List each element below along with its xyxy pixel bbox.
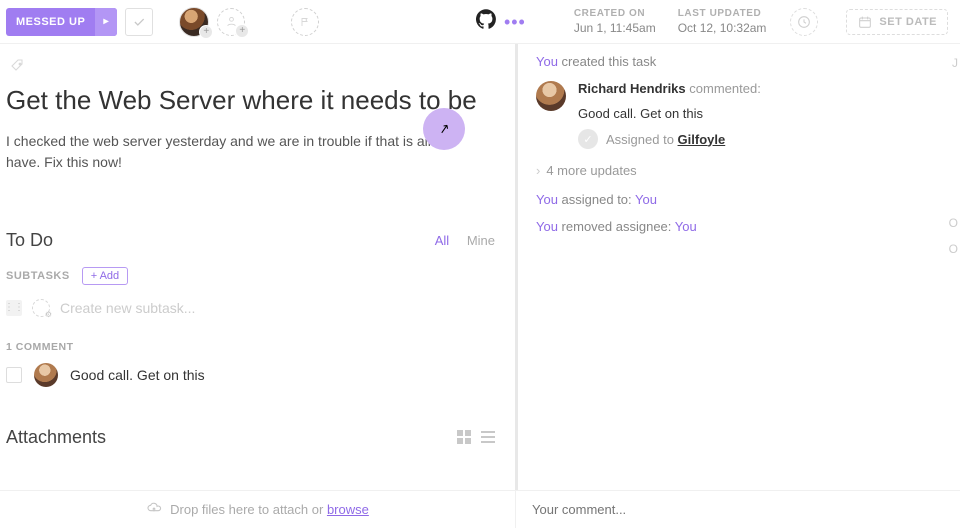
add-subtask-button[interactable]: + Add (82, 267, 128, 285)
attachment-view-toggles (455, 428, 497, 446)
attachments-header: Attachments (6, 427, 515, 448)
task-description[interactable]: I checked the web server yesterday and w… (6, 131, 486, 174)
left-pane: Get the Web Server where it needs to be … (0, 44, 515, 490)
activity-comment: Richard Hendriks commented: Good call. G… (536, 81, 956, 149)
task-title[interactable]: Get the Web Server where it needs to be (6, 84, 515, 117)
footer: Drop files here to attach or browse (0, 490, 960, 528)
status-button[interactable]: MESSED UP ▸ (6, 8, 117, 36)
complete-button[interactable] (125, 8, 153, 36)
check-icon (132, 15, 146, 29)
dropzone-text: Drop files here to attach or (170, 502, 327, 517)
list-view-button[interactable] (479, 428, 497, 446)
drag-handle-icon[interactable]: ⋮⋮ (6, 300, 22, 316)
comment-text: Good call. Get on this (70, 367, 205, 383)
calendar-icon (857, 14, 873, 30)
clock-icon (796, 14, 812, 30)
github-icon (476, 9, 496, 29)
comment-input[interactable] (532, 502, 944, 517)
comment-composer (515, 491, 960, 528)
activity-you-link[interactable]: You (536, 54, 558, 69)
filter-mine[interactable]: Mine (467, 233, 495, 248)
add-watcher-button[interactable]: + (217, 8, 245, 36)
task-body: Get the Web Server where it needs to be … (0, 44, 960, 490)
status-caret-icon[interactable]: ▸ (95, 8, 117, 36)
grid-icon (456, 429, 472, 445)
more-updates-toggle[interactable]: ›4 more updates (536, 163, 956, 178)
time-tracking-button[interactable] (790, 8, 818, 36)
filter-all[interactable]: All (435, 233, 449, 248)
assignee-avatar[interactable]: + (179, 7, 209, 37)
commenter-avatar[interactable] (34, 363, 58, 387)
comments-heading: 1 COMMENT (6, 341, 515, 353)
activity-you-link[interactable]: You (536, 219, 558, 234)
todo-header: To Do All Mine (6, 230, 515, 251)
activity-comment-header: Richard Hendriks commented: (578, 81, 956, 96)
new-subtask-placeholder[interactable]: Create new subtask... (60, 300, 195, 316)
activity-edge-text: O (949, 242, 958, 256)
activity-assigned: You assigned to: You O (536, 192, 956, 207)
activity-removed: You removed assignee: You O (536, 219, 956, 234)
subtask-assignee-placeholder-icon[interactable] (32, 299, 50, 317)
add-assignee-icon[interactable]: + (199, 25, 213, 39)
updated-label: LAST UPDATED (678, 8, 767, 19)
dropzone[interactable]: Drop files here to attach or browse (0, 491, 515, 528)
flag-icon (299, 16, 311, 28)
assignee-link[interactable]: Gilfoyle (678, 132, 726, 147)
priority-flag-button[interactable] (291, 8, 319, 36)
list-icon (480, 429, 496, 445)
activity-you-link[interactable]: You (635, 192, 657, 207)
activity-you-link[interactable]: You (536, 192, 558, 207)
subtasks-label: SUBTASKS (6, 270, 70, 282)
set-date-button[interactable]: SET DATE (846, 9, 948, 35)
new-subtask-row[interactable]: ⋮⋮ Create new subtask... (6, 299, 515, 317)
grid-view-button[interactable] (455, 428, 473, 446)
activity-edge-text: J (952, 56, 958, 70)
tag-icon[interactable] (10, 58, 26, 74)
created-label: CREATED ON (574, 8, 656, 19)
commenter-name[interactable]: Richard Hendriks (578, 81, 686, 96)
created-value: Jun 1, 11:45am (574, 21, 656, 35)
check-circle-icon: ✓ (578, 129, 598, 149)
activity-created: You created this task J (536, 54, 956, 69)
status-label: MESSED UP (6, 8, 95, 36)
comment-item: Good call. Get on this (6, 363, 515, 387)
github-button[interactable] (476, 9, 496, 34)
last-updated: LAST UPDATED Oct 12, 10:32am (678, 8, 767, 35)
upload-icon (146, 500, 162, 519)
activity-you-link[interactable]: You (675, 219, 697, 234)
subtasks-header: SUBTASKS + Add (6, 267, 515, 285)
set-date-label: SET DATE (879, 16, 937, 28)
created-on: CREATED ON Jun 1, 11:45am (574, 8, 656, 35)
todo-filters: All Mine (435, 233, 495, 248)
activity-comment-body: Good call. Get on this (578, 106, 956, 121)
chevron-right-icon: › (536, 163, 540, 178)
activity-pane: You created this task J Richard Hendriks… (515, 44, 960, 490)
attachments-heading: Attachments (6, 427, 106, 448)
more-menu-button[interactable]: ••• (504, 13, 526, 31)
comment-checkbox[interactable] (6, 367, 22, 383)
toolbar: MESSED UP ▸ + + ••• CREATED ON Jun 1, 11… (0, 0, 960, 44)
activity-avatar[interactable] (536, 81, 566, 111)
activity-assigned-sub: ✓ Assigned to Gilfoyle (578, 129, 956, 149)
activity-edge-text: O (949, 216, 958, 230)
updated-value: Oct 12, 10:32am (678, 21, 767, 35)
browse-link[interactable]: browse (327, 502, 369, 517)
todo-heading: To Do (6, 230, 53, 251)
